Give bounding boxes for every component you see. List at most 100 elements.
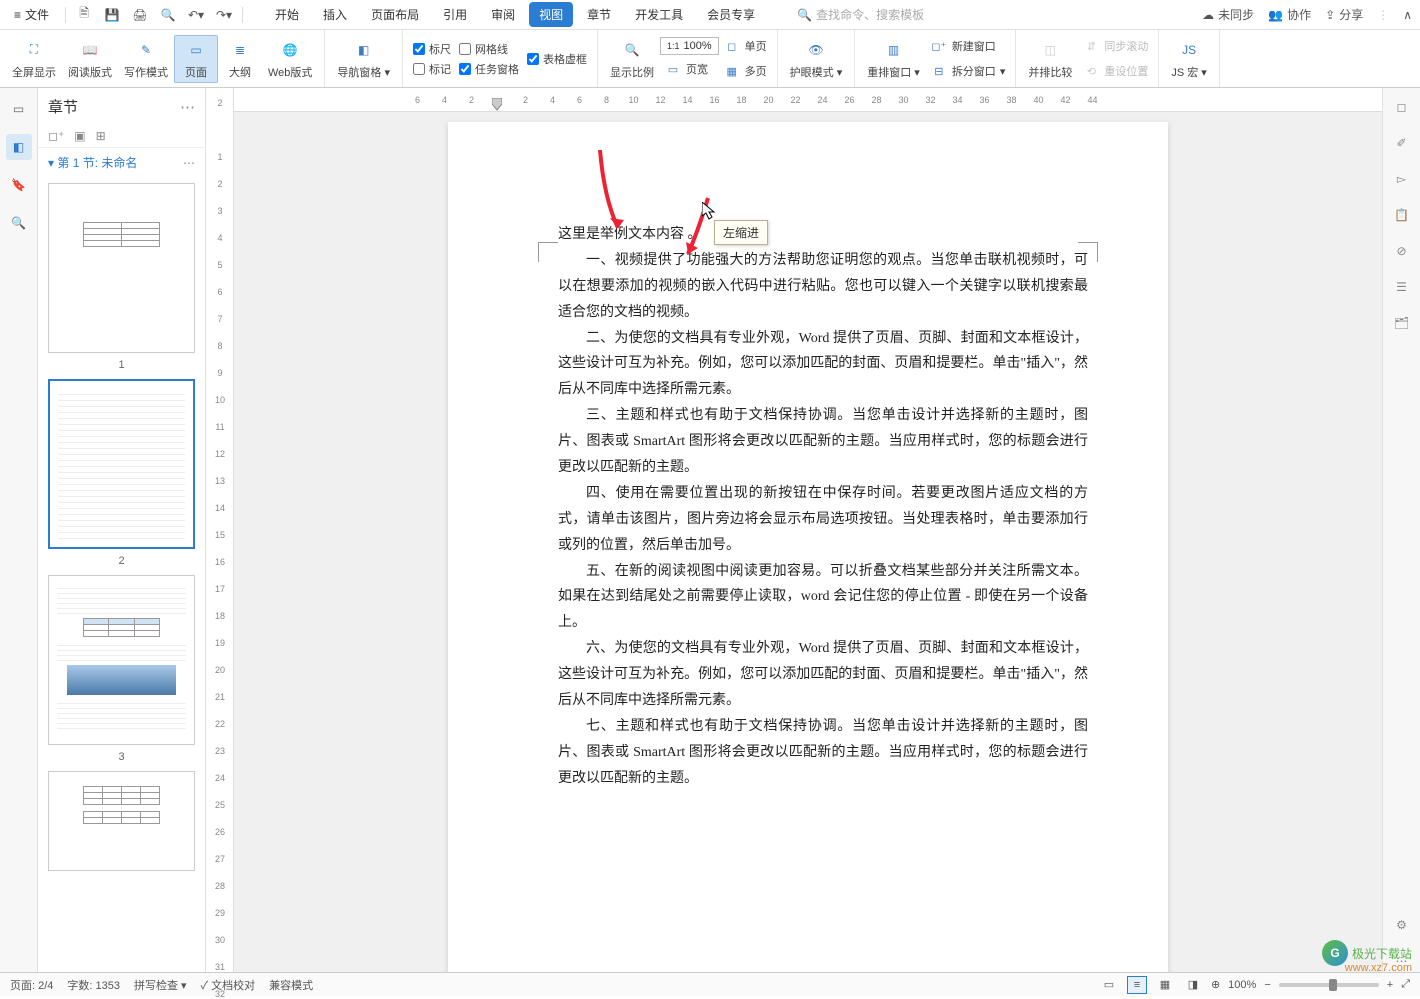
view-web-icon[interactable]: ▦ [1155, 976, 1175, 994]
nav-pane-button[interactable]: ◧导航窗格 ▾ [331, 36, 396, 82]
grid-check[interactable]: 网格线 [459, 41, 519, 57]
nav-menu-icon[interactable]: ⋯ [180, 98, 195, 116]
ruler-check[interactable]: 标尺 [413, 41, 451, 57]
globe-icon: 🌐 [278, 38, 302, 62]
sync-icon: ⇵ [1082, 37, 1100, 55]
rb-select-icon[interactable]: ▻ [1391, 168, 1413, 190]
redo-icon[interactable]: ↷▾ [214, 5, 234, 25]
body: ▭ ◧ 🔖 🔍 章节⋯ ◻⁺ ▣ ⊞ ▾ 第 1 节: 未命名⋯ 1 2 [0, 88, 1420, 972]
tab-review[interactable]: 审阅 [481, 2, 525, 27]
tab-insert[interactable]: 插入 [313, 2, 357, 27]
view-read-icon[interactable]: ◨ [1183, 976, 1203, 994]
search-tab[interactable]: 🔍 [6, 210, 32, 236]
window-icon: ▥ [882, 38, 906, 62]
section-item[interactable]: ▾ 第 1 节: 未命名⋯ [38, 148, 205, 177]
rb-new-icon[interactable]: ◻ [1391, 96, 1413, 118]
document-area: 2123456789101112131415161718192021222324… [206, 88, 1382, 972]
file-menu[interactable]: ≡ 文件 [8, 2, 55, 27]
fullscreen-icon[interactable]: ⤢ [1401, 978, 1410, 991]
jsmacro-button[interactable]: JSJS 宏 ▾ [1165, 36, 1212, 82]
undo-icon[interactable]: ↶▾ [186, 5, 206, 25]
compat-status[interactable]: 兼容模式 [269, 977, 313, 993]
reading-layout-button[interactable]: 📖阅读版式 [62, 36, 118, 82]
page-thumb-2[interactable] [48, 379, 195, 549]
page-thumb-3[interactable] [48, 575, 195, 745]
word-count[interactable]: 字数: 1353 [67, 977, 120, 993]
collapse-ribbon[interactable]: ∧ [1403, 8, 1412, 22]
pencil-icon: ✎ [134, 38, 158, 62]
rb-backup-icon[interactable]: 🗂 [1391, 312, 1413, 334]
zoom-in-icon[interactable]: + [1387, 979, 1393, 991]
page-layout-button[interactable]: ▭页面 [174, 35, 218, 83]
document-page[interactable]: 这里是举例文本内容 。 一、视频提供了功能强大的方法帮助您证明您的观点。当您单击… [448, 122, 1168, 972]
expand-icon[interactable]: ⊞ [96, 129, 106, 143]
page-thumb-4[interactable] [48, 771, 195, 871]
command-search[interactable]: 🔍 查找命令、搜索模板 [797, 6, 924, 23]
onepage-button[interactable]: ◻单页 [719, 35, 771, 57]
tab-vip[interactable]: 会员专享 [697, 2, 765, 27]
tab-devtools[interactable]: 开发工具 [625, 2, 693, 27]
page-num-1: 1 [48, 359, 195, 371]
eyecare-button[interactable]: 👁护眼模式 ▾ [784, 36, 849, 82]
left-indent-marker[interactable] [492, 98, 502, 110]
splitwindow-button[interactable]: ⊟拆分窗口 ▾ [926, 60, 1010, 82]
pagewidth-button[interactable]: ▭页宽 [660, 58, 719, 80]
document-scroll[interactable]: 6422468101214161820222426283032343638404… [234, 88, 1382, 972]
zoom-fit-icon[interactable]: ⊕ [1211, 978, 1220, 991]
pagewidth-icon: ▭ [664, 60, 682, 78]
page-thumb-1[interactable] [48, 183, 195, 353]
collapse-icon[interactable]: ▣ [74, 129, 85, 143]
zoom-ratio[interactable]: 1:1100% [660, 37, 719, 55]
rearrange-button[interactable]: ▥重排窗口 ▾ [861, 36, 926, 82]
para-5: 五、在新的阅读视图中阅读更加容易。可以折叠文档某些部分并关注所需文本。如果在达到… [558, 559, 1088, 637]
rb-clipboard-icon[interactable]: 📋 [1391, 204, 1413, 226]
tableframe-check[interactable]: 表格虚框 [527, 51, 587, 67]
multipage-button[interactable]: ▦多页 [719, 60, 771, 82]
view-outline-icon[interactable]: ≡ [1127, 976, 1147, 994]
coop-button[interactable]: 👥协作 [1268, 6, 1311, 23]
rb-limit-icon[interactable]: ⊘ [1391, 240, 1413, 262]
zoom-icon: 🔍 [620, 38, 644, 62]
vertical-ruler[interactable]: 2123456789101112131415161718192021222324… [206, 88, 234, 972]
new-icon[interactable]: 🗎 [74, 5, 94, 25]
section-tab[interactable]: ◧ [6, 134, 32, 160]
rb-style-icon[interactable]: ✐ [1391, 132, 1413, 154]
fullscreen-button[interactable]: ⛶全屏显示 [6, 36, 62, 82]
zoom-value[interactable]: 100% [1228, 979, 1256, 991]
newwindow-button[interactable]: ◻⁺新建窗口 [926, 35, 1010, 57]
tab-section[interactable]: 章节 [577, 2, 621, 27]
tab-view[interactable]: 视图 [529, 2, 573, 27]
print-icon[interactable]: 🖨 [130, 5, 150, 25]
spellcheck-status[interactable]: 拼写检查 ▾ [134, 977, 187, 993]
zoom-slider[interactable] [1279, 983, 1379, 987]
page-status[interactable]: 页面: 2/4 [10, 977, 53, 993]
tab-start[interactable]: 开始 [265, 2, 309, 27]
watermark-text: 极光下载站 [1352, 945, 1412, 962]
bookmark-tab[interactable]: 🔖 [6, 172, 32, 198]
syncscroll-button: ⇵同步滚动 [1078, 35, 1152, 57]
left-sidebar: ▭ ◧ 🔖 🔍 [0, 88, 38, 972]
view-page-icon[interactable]: ▭ [1099, 976, 1119, 994]
para-0: 这里是举例文本内容 。 [558, 222, 1088, 248]
menubar: ≡ 文件 🗎 💾 🖨 🔍 ↶▾ ↷▾ 开始 插入 页面布局 引用 审阅 视图 章… [0, 0, 1420, 30]
sync-status[interactable]: ☁未同步 [1202, 6, 1254, 23]
save-icon[interactable]: 💾 [102, 5, 122, 25]
para-2: 二、为使您的文档具有专业外观，Word 提供了页眉、页脚、封面和文本框设计，这些… [558, 326, 1088, 404]
tab-pagelayout[interactable]: 页面布局 [361, 2, 429, 27]
rb-tools-icon[interactable]: ⚙ [1391, 914, 1413, 936]
horizontal-ruler[interactable]: 6422468101214161820222426283032343638404… [234, 88, 1382, 112]
add-section-icon[interactable]: ◻⁺ [48, 129, 64, 143]
zoom-out-icon[interactable]: − [1264, 979, 1270, 991]
outline-button[interactable]: ≣大纲 [218, 36, 262, 82]
outline-tab[interactable]: ▭ [6, 96, 32, 122]
writing-mode-button[interactable]: ✎写作模式 [118, 36, 174, 82]
share-button[interactable]: ⇪分享 [1325, 6, 1363, 23]
para-3: 三、主题和样式也有助于文档保持协调。当您单击设计并选择新的主题时，图片、图表或 … [558, 403, 1088, 481]
tab-references[interactable]: 引用 [433, 2, 477, 27]
zoom-button[interactable]: 🔍显示比例 [604, 36, 660, 82]
mark-check[interactable]: 标记 [413, 61, 451, 77]
rb-property-icon[interactable]: ☰ [1391, 276, 1413, 298]
taskpane-check[interactable]: 任务窗格 [459, 61, 519, 77]
web-layout-button[interactable]: 🌐Web版式 [262, 36, 318, 82]
print-preview-icon[interactable]: 🔍 [158, 5, 178, 25]
